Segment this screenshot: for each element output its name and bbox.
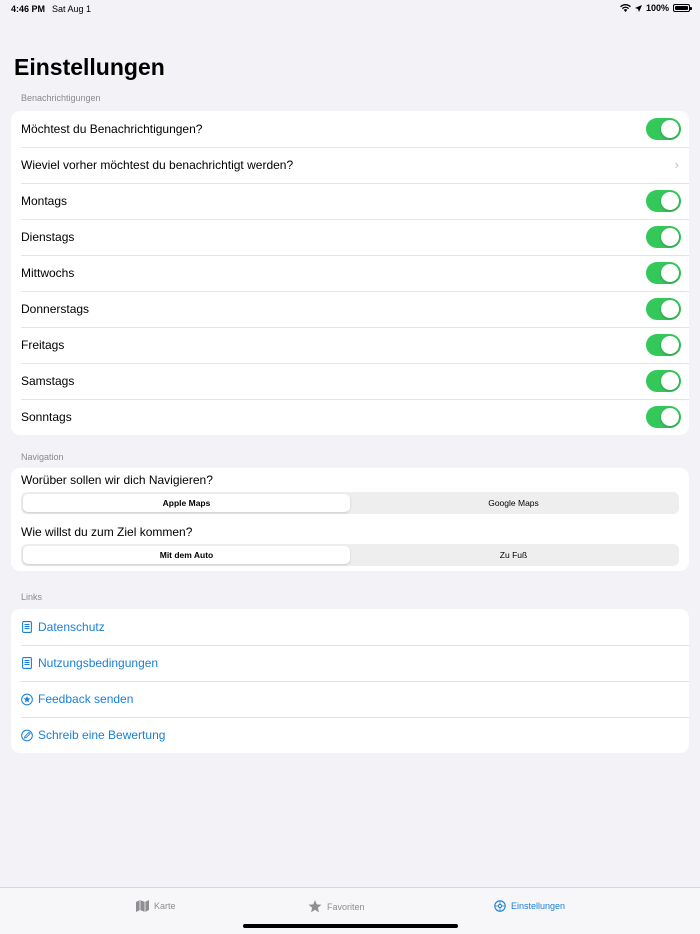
toggle-switch[interactable] xyxy=(646,370,681,392)
links-card: Datenschutz Nutzungsbedingungen Feedback s… xyxy=(11,609,689,753)
toggle-knob xyxy=(661,300,679,318)
notification-row: Sonntags xyxy=(11,399,689,435)
link-row[interactable]: Feedback senden xyxy=(11,681,689,717)
tab-karte[interactable]: Karte xyxy=(136,900,176,912)
map-provider-segmented-control: Apple Maps Google Maps xyxy=(21,492,679,514)
toggle-switch[interactable] xyxy=(646,226,681,248)
tab-label: Einstellungen xyxy=(511,901,566,911)
section-header-navigation: Navigation xyxy=(21,452,64,462)
row-label: Freitags xyxy=(21,338,65,352)
row-label: Wieviel vorher möchtest du benachrichtig… xyxy=(21,158,294,172)
map-provider-option[interactable]: Google Maps xyxy=(350,494,677,512)
tab-label: Karte xyxy=(154,901,176,911)
link-label: Datenschutz xyxy=(38,620,105,634)
wifi-icon xyxy=(620,4,631,12)
transport-mode-option[interactable]: Mit dem Auto xyxy=(23,546,350,564)
status-time: 4:46 PM xyxy=(11,4,46,14)
tab-favoriten[interactable]: Favoriten xyxy=(308,900,365,913)
section-header-links: Links xyxy=(21,592,43,602)
status-right: 100% xyxy=(620,3,692,13)
row-label: Dienstags xyxy=(21,230,75,244)
notification-row[interactable]: Wieviel vorher möchtest du benachrichtig… xyxy=(11,147,689,183)
row-label: Donnerstags xyxy=(21,302,90,316)
row-label: Sonntags xyxy=(21,410,72,424)
navigation-card: Worüber sollen wir dich Navigieren? Appl… xyxy=(11,468,689,571)
toggle-knob xyxy=(661,228,679,246)
notification-row: Dienstags xyxy=(11,219,689,255)
nav-question-transport: Wie willst du zum Ziel kommen? xyxy=(21,525,193,539)
link-label: Feedback senden xyxy=(38,692,134,706)
toggle-switch[interactable] xyxy=(646,298,681,320)
notification-row: Samstags xyxy=(11,363,689,399)
notification-row: Mittwochs xyxy=(11,255,689,291)
notification-row: Montags xyxy=(11,183,689,219)
toggle-knob xyxy=(661,192,679,210)
nav-question-route-provider: Worüber sollen wir dich Navigieren? xyxy=(21,473,213,487)
notification-row: Donnerstags xyxy=(11,291,689,327)
status-bar: 4:46 PM Sat Aug 1 100% xyxy=(0,0,700,18)
map-provider-option[interactable]: Apple Maps xyxy=(23,494,350,512)
notification-row: Freitags xyxy=(11,327,689,363)
link-row[interactable]: Nutzungsbedingungen xyxy=(11,645,689,681)
link-label: Schreib eine Bewertung xyxy=(38,728,166,742)
toggle-switch[interactable] xyxy=(646,406,681,428)
row-label: Samstags xyxy=(21,374,75,388)
location-arrow-icon xyxy=(634,4,642,12)
chevron-right-icon: › xyxy=(674,157,679,172)
toggle-knob xyxy=(661,336,679,354)
toggle-knob xyxy=(661,408,679,426)
toggle-switch[interactable] xyxy=(646,334,681,356)
transport-mode-segmented-control: Mit dem Auto Zu Fuß xyxy=(21,544,679,566)
tab-label: Favoriten xyxy=(327,901,365,912)
link-row[interactable]: Schreib eine Bewertung xyxy=(11,717,689,753)
toggle-switch[interactable] xyxy=(646,118,681,140)
tab-einstellungen[interactable]: Einstellungen xyxy=(494,900,565,912)
battery-icon xyxy=(673,4,692,12)
section-header-notifications: Benachrichtigungen xyxy=(21,93,101,103)
transport-mode-option[interactable]: Zu Fuß xyxy=(350,546,677,564)
page-title: Einstellungen xyxy=(14,54,165,80)
star-icon xyxy=(308,900,322,913)
toggle-switch[interactable] xyxy=(646,262,681,284)
row-label: Mittwochs xyxy=(21,266,75,280)
toggle-knob xyxy=(661,372,679,390)
document-icon xyxy=(21,621,33,634)
notifications-card: Möchtest du Benachrichtigungen? Wieviel v… xyxy=(11,111,689,435)
toggle-switch[interactable] xyxy=(646,190,681,212)
battery-percent: 100% xyxy=(645,3,669,13)
document-icon xyxy=(21,657,33,670)
status-date: Sat Aug 1 xyxy=(52,4,92,14)
tab-bar: Karte Favoriten Einstellungen xyxy=(0,887,700,934)
row-label: Montags xyxy=(21,194,68,208)
pencil-circle-icon xyxy=(21,729,33,742)
link-label: Nutzungsbedingungen xyxy=(38,656,159,670)
home-indicator xyxy=(243,924,458,928)
link-row[interactable]: Datenschutz xyxy=(11,609,689,645)
row-label: Möchtest du Benachrichtigungen? xyxy=(21,122,203,136)
gear-icon xyxy=(494,900,506,912)
star-circle-icon xyxy=(21,693,33,706)
toggle-knob xyxy=(661,120,679,138)
toggle-knob xyxy=(661,264,679,282)
map-icon xyxy=(136,900,149,912)
notification-row: Möchtest du Benachrichtigungen? xyxy=(11,111,689,147)
